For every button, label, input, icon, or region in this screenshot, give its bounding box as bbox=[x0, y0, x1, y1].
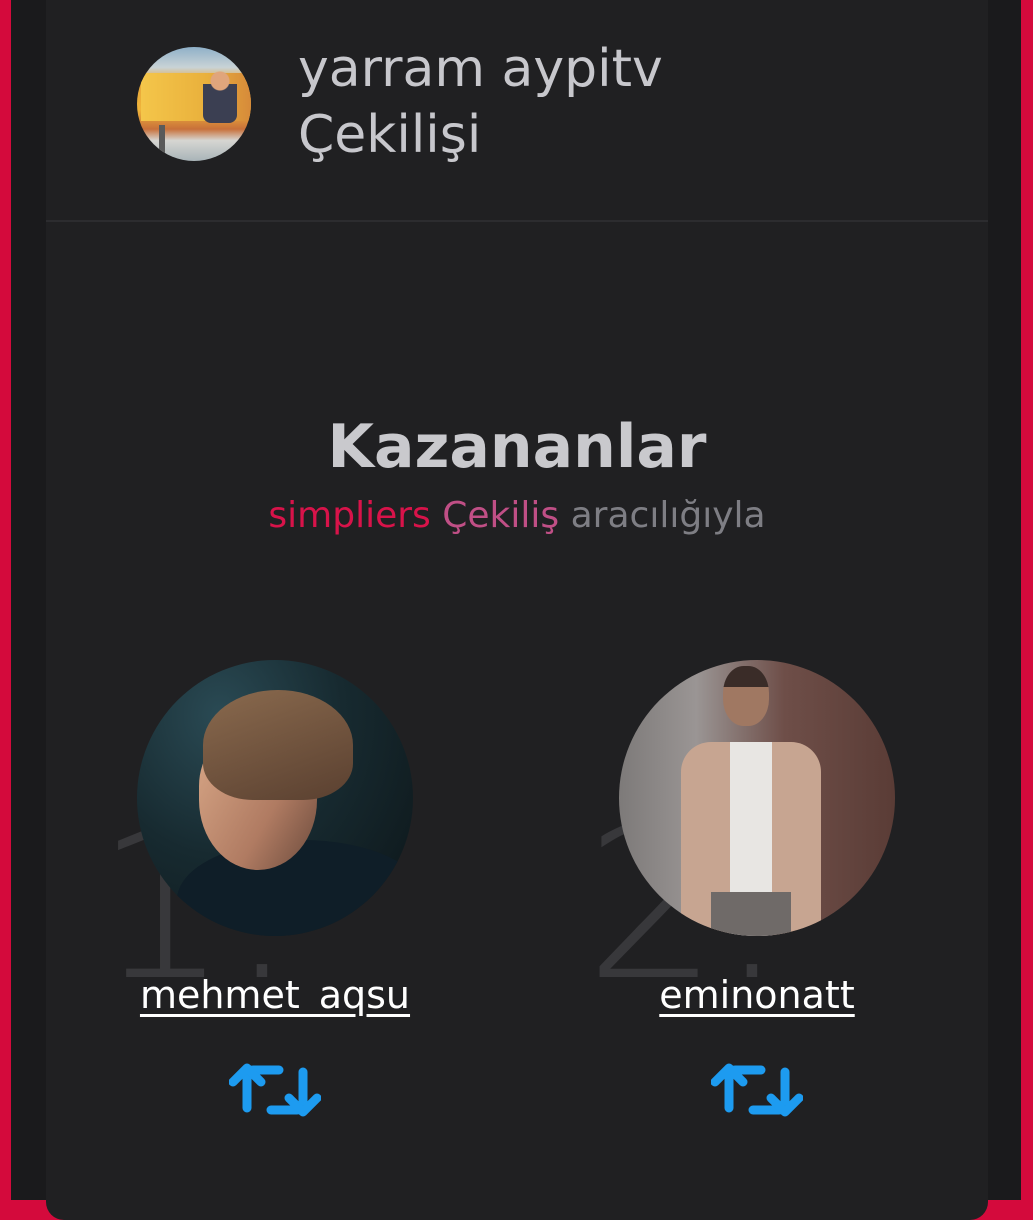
brand-name-link[interactable]: simpliers bbox=[268, 495, 430, 536]
winner-username-link[interactable]: eminonatt bbox=[607, 970, 907, 1020]
header-divider bbox=[46, 220, 988, 222]
winner-avatar[interactable] bbox=[619, 660, 895, 936]
winner-card-1: 1. mehmet_aqsu bbox=[95, 660, 425, 1140]
retweet-icon[interactable] bbox=[711, 1058, 803, 1122]
winners-heading: Kazananlar bbox=[327, 412, 707, 482]
winner-avatar[interactable] bbox=[137, 660, 413, 936]
powered-by-suffix: aracılığıyla bbox=[570, 495, 766, 536]
retweet-icon[interactable] bbox=[229, 1058, 321, 1122]
giveaway-title-line-1: yarram aypitv bbox=[298, 39, 663, 99]
winner-card-2: 2. eminonatt bbox=[585, 660, 907, 1140]
product-name: Çekiliş bbox=[442, 495, 560, 536]
avatar-pole-shape bbox=[159, 125, 165, 161]
winner-username-link[interactable]: mehmet_aqsu bbox=[125, 970, 425, 1020]
giveaway-owner-avatar[interactable] bbox=[137, 47, 251, 161]
avatar-person-shape bbox=[203, 67, 237, 123]
powered-by-line: simpliers Çekiliş aracılığıyla bbox=[46, 492, 988, 540]
giveaway-title-line-2: Çekilişi bbox=[298, 105, 482, 165]
giveaway-title: yarram aypitv Çekilişi bbox=[298, 36, 858, 168]
